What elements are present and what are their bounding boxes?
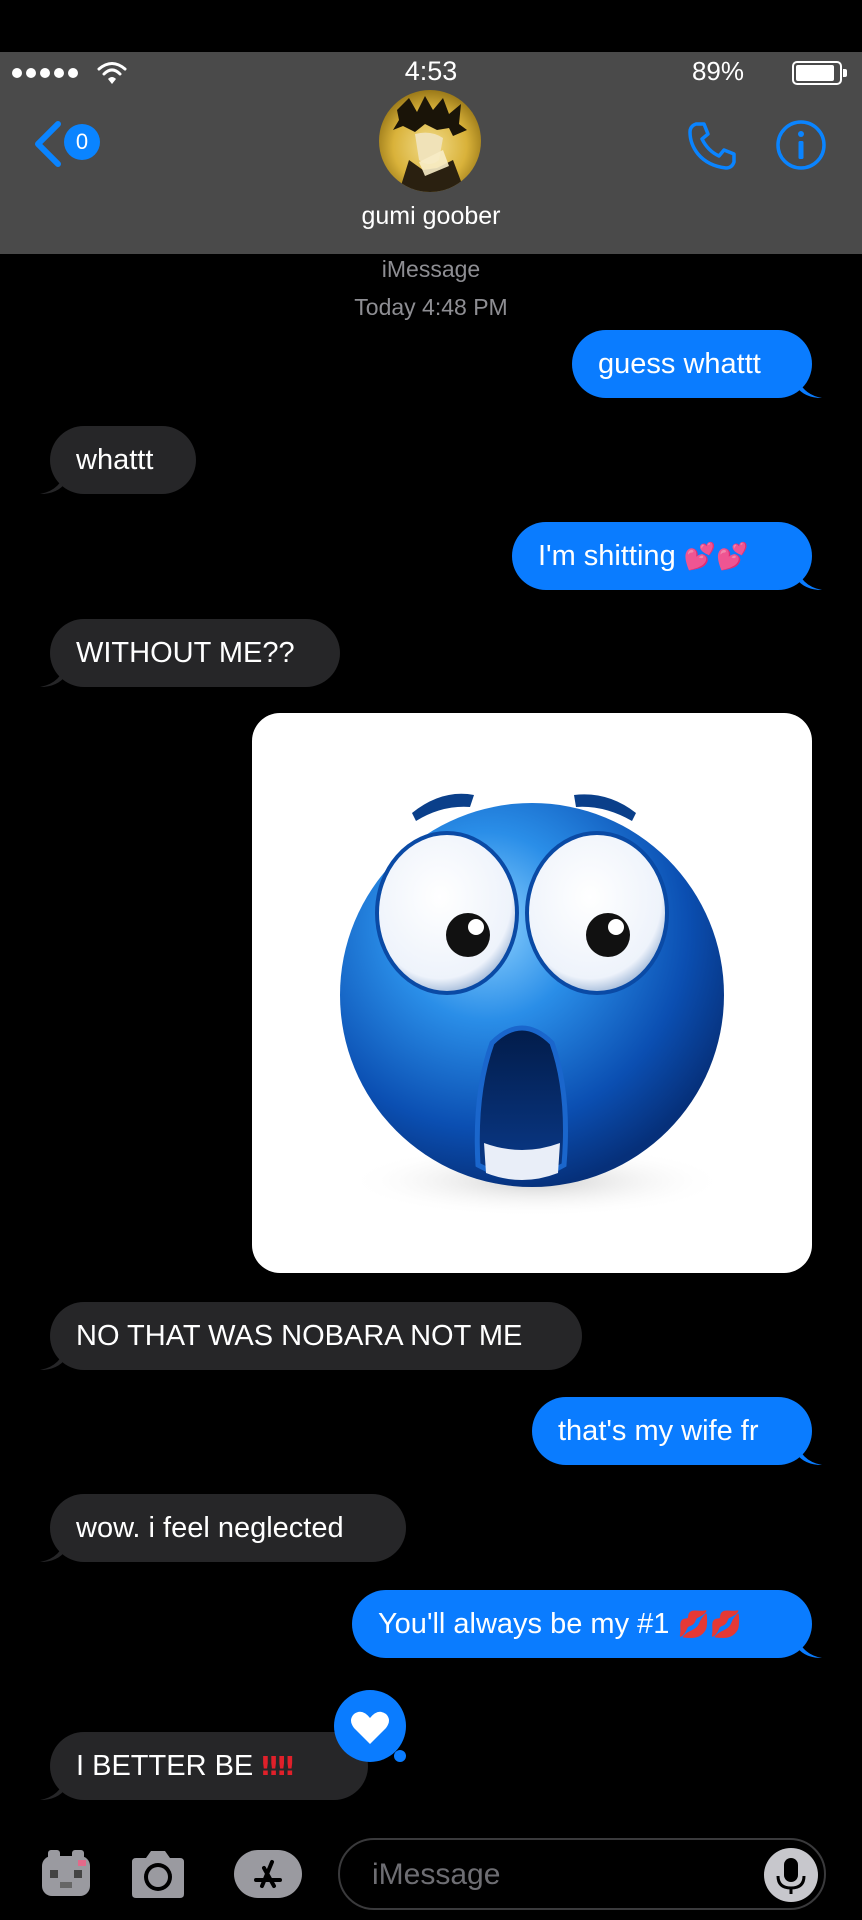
memoji-sticker-button[interactable] bbox=[38, 1846, 94, 1902]
battery-icon bbox=[792, 61, 847, 85]
message-bubble-outgoing[interactable]: You'll always be my #1 💋💋 bbox=[352, 1590, 822, 1658]
microphone-icon bbox=[776, 1858, 806, 1894]
message-bubble-incoming[interactable]: NO THAT WAS NOBARA NOT ME bbox=[40, 1302, 582, 1370]
message-bubble-outgoing[interactable]: I'm shitting 💕💕 bbox=[512, 522, 822, 590]
message-text-field[interactable] bbox=[370, 1840, 754, 1910]
tapback-reaction[interactable] bbox=[334, 1690, 408, 1764]
message-text: I BETTER BE bbox=[76, 1750, 262, 1782]
message-bubble-incoming[interactable]: WITHOUT ME?? bbox=[40, 619, 340, 687]
app-store-button[interactable] bbox=[232, 1848, 304, 1900]
messages-screen: 4:53 89% 0 gumi goober iMessage Today 4:… bbox=[0, 0, 862, 1920]
message-text: wow. i feel neglected bbox=[76, 1512, 344, 1544]
message-bubble-incoming[interactable]: wow. i feel neglected bbox=[40, 1494, 406, 1562]
message-text: WITHOUT ME?? bbox=[76, 637, 295, 669]
chevron-left-icon bbox=[35, 121, 61, 167]
unread-count-badge: 0 bbox=[64, 124, 100, 160]
shocked-blue-face-emoji bbox=[340, 793, 727, 1217]
back-button[interactable]: 0 bbox=[30, 118, 110, 174]
info-icon bbox=[776, 120, 826, 170]
battery-percent: 89% bbox=[691, 56, 744, 86]
message-text: I'm shitting bbox=[538, 540, 684, 572]
camera-button[interactable] bbox=[126, 1846, 190, 1902]
contact-name[interactable]: gumi goober bbox=[0, 202, 862, 231]
message-text: guess whattt bbox=[598, 348, 761, 380]
service-label: iMessage bbox=[381, 256, 481, 282]
info-button[interactable] bbox=[774, 118, 828, 172]
heart-icon bbox=[334, 1690, 406, 1762]
app-store-icon bbox=[234, 1850, 302, 1898]
dictation-button[interactable] bbox=[764, 1848, 818, 1902]
message-text: You'll always be my #1 bbox=[378, 1608, 678, 1640]
thread-timestamp: Today 4:48 PM bbox=[354, 294, 508, 320]
two-hearts-emoji: 💕💕 bbox=[683, 542, 749, 573]
message-bubble-incoming[interactable]: whattt bbox=[40, 426, 196, 494]
message-text: whattt bbox=[76, 444, 154, 476]
message-text: that's my wife fr bbox=[558, 1415, 759, 1447]
camera-icon bbox=[132, 1851, 184, 1898]
message-bubble-outgoing[interactable]: guess whattt bbox=[572, 330, 822, 398]
contact-avatar[interactable] bbox=[379, 90, 481, 192]
message-input[interactable] bbox=[338, 1838, 826, 1910]
message-bubble-incoming[interactable]: I BETTER BE ‼‼ bbox=[40, 1732, 368, 1800]
phone-icon bbox=[688, 122, 736, 170]
double-exclamation-emoji: ‼‼ bbox=[261, 1752, 294, 1783]
call-button[interactable] bbox=[684, 118, 740, 174]
kiss-mark-emoji: 💋💋 bbox=[677, 1610, 743, 1641]
sticker-icon bbox=[42, 1850, 90, 1896]
message-text: NO THAT WAS NOBARA NOT ME bbox=[76, 1320, 523, 1352]
top-black-band bbox=[0, 0, 862, 52]
image-attachment[interactable] bbox=[252, 713, 812, 1273]
status-bar: 4:53 89% bbox=[0, 52, 862, 92]
avatar-image bbox=[379, 90, 481, 192]
message-bubble-outgoing[interactable]: that's my wife fr bbox=[532, 1397, 822, 1465]
